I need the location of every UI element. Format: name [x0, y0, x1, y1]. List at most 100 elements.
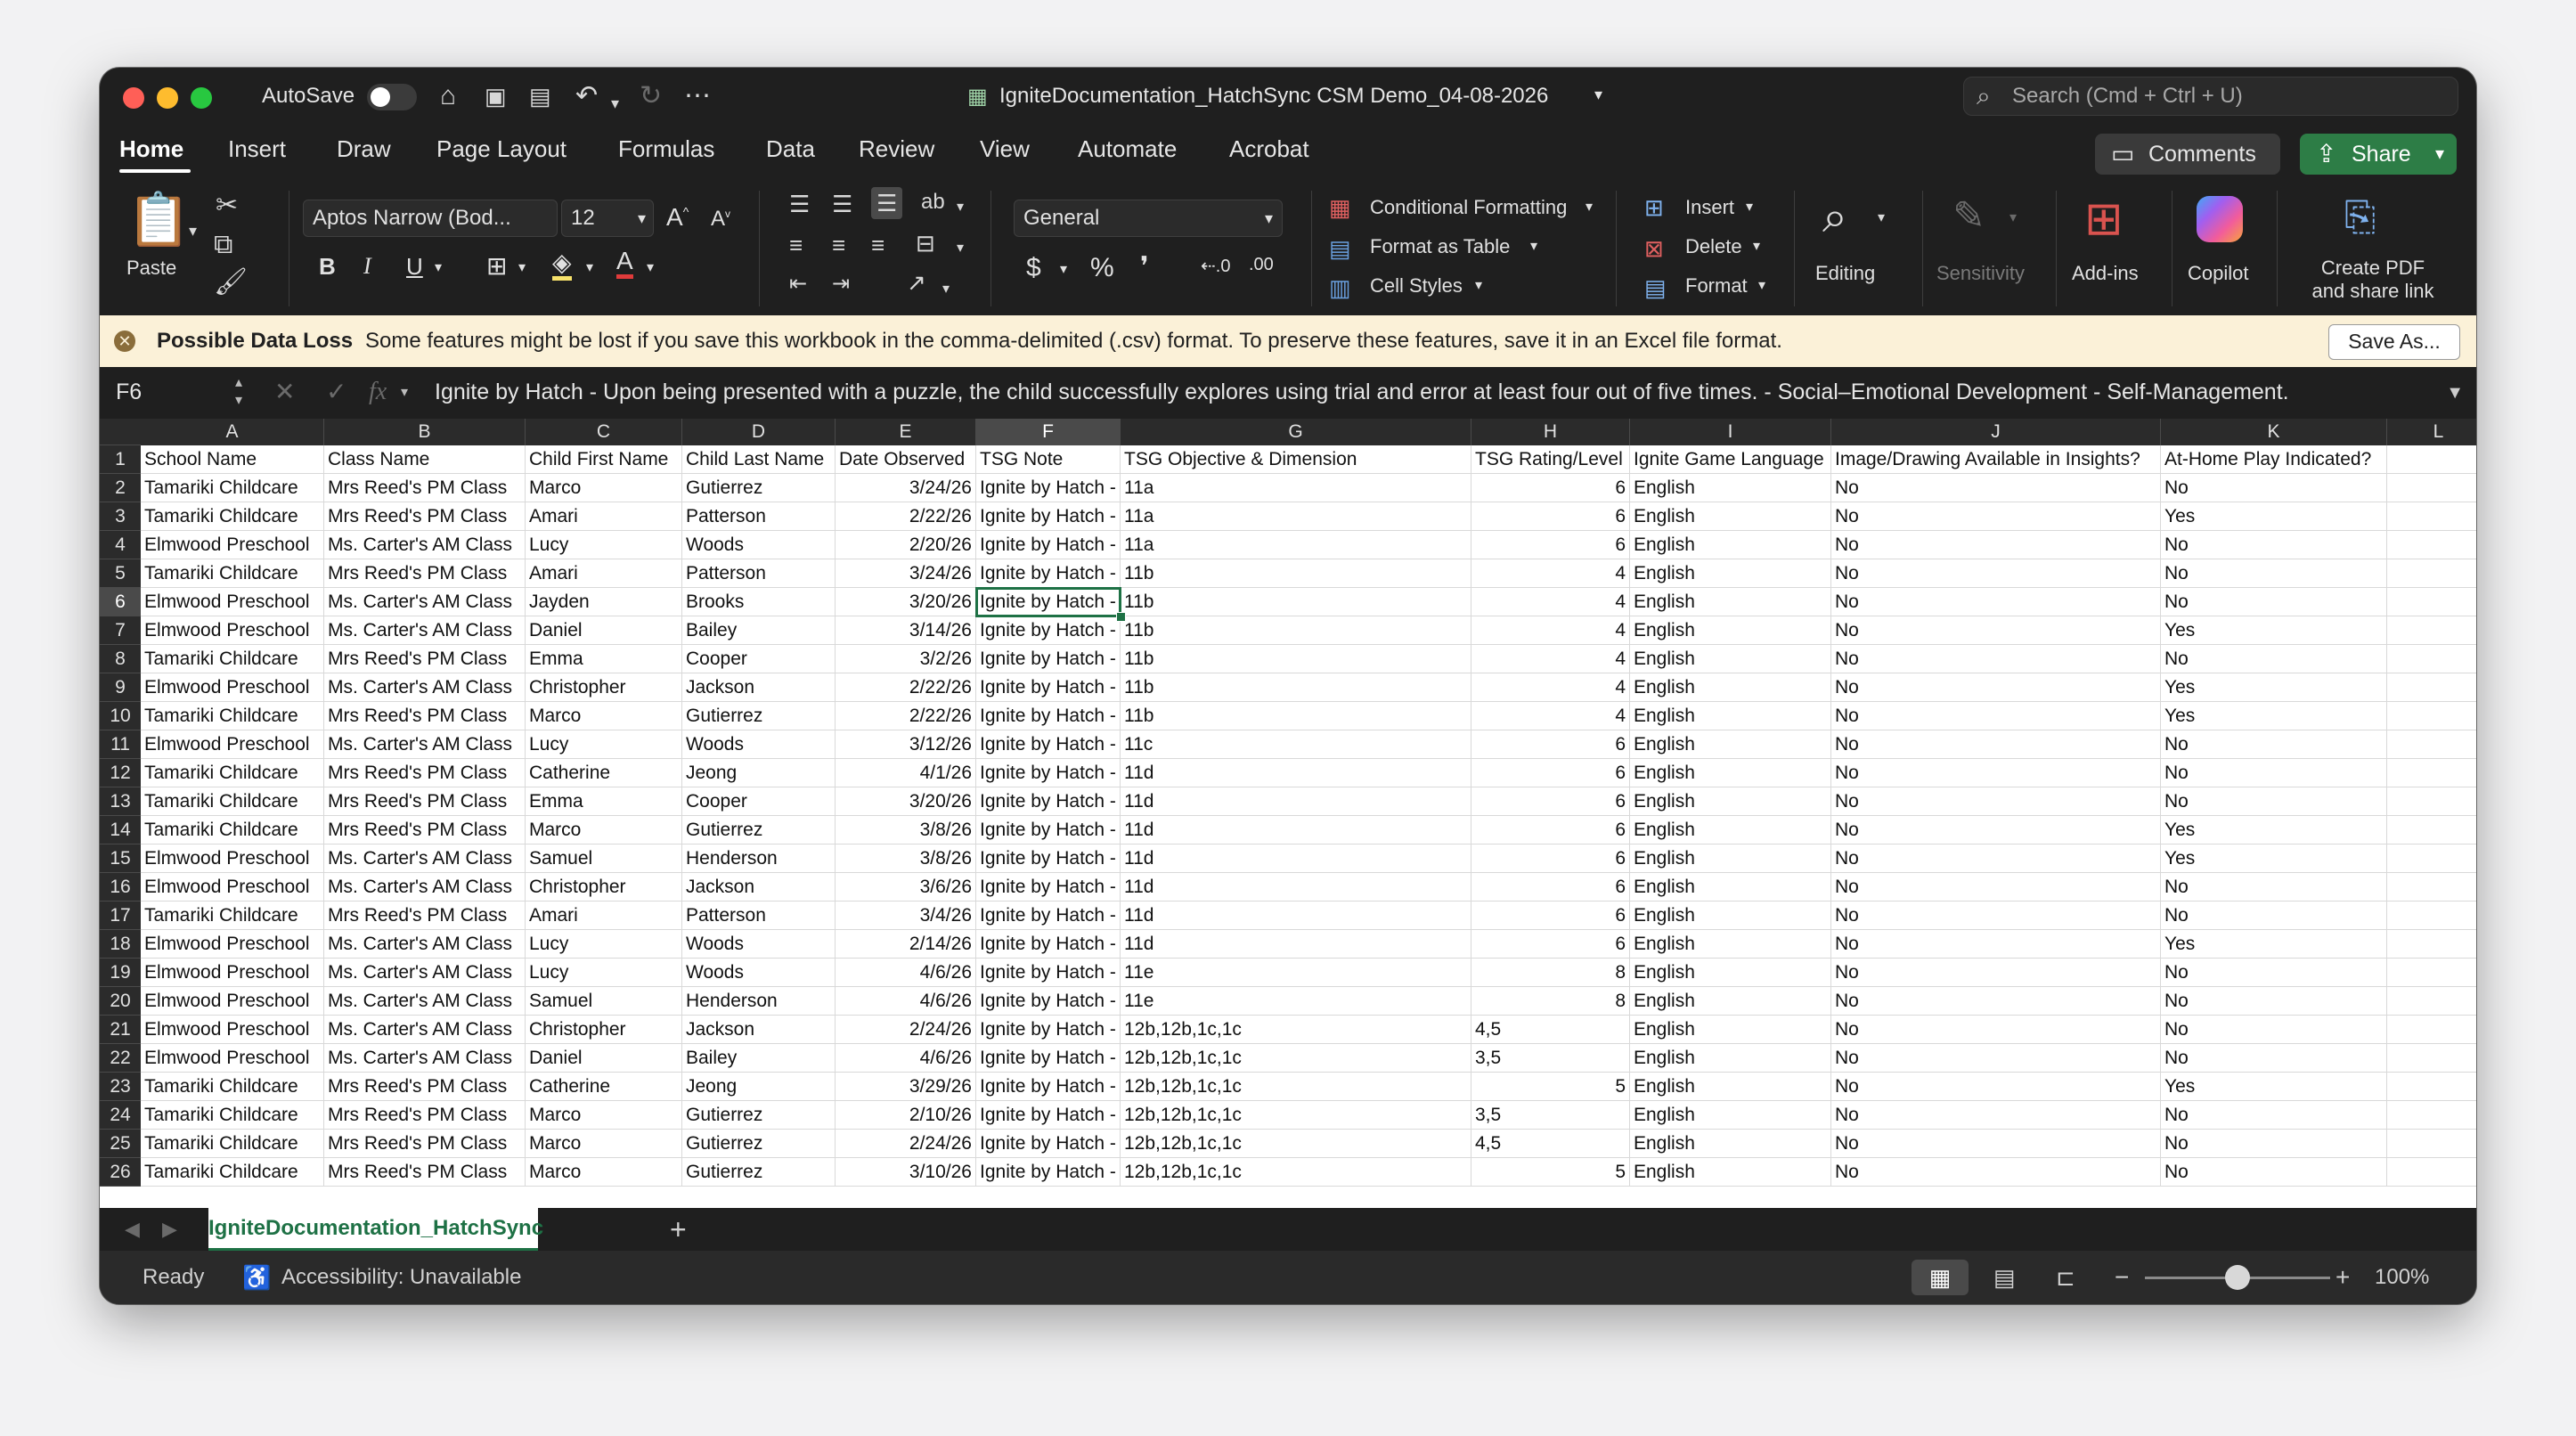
table-cell[interactable]: 6 [1471, 873, 1630, 902]
decrease-decimal-icon[interactable]: .00 [1249, 255, 1274, 275]
row-header[interactable]: 2 [100, 474, 141, 502]
editing-search-icon[interactable]: ⌕ [1822, 194, 1847, 239]
format-as-table-dropdown-icon[interactable]: ▾ [1530, 237, 1537, 255]
table-cell[interactable]: Samuel [526, 987, 682, 1016]
table-cell[interactable]: Brooks [682, 588, 836, 616]
row-header[interactable]: 19 [100, 959, 141, 987]
table-cell[interactable]: Elmwood Preschool [141, 673, 324, 702]
table-cell[interactable]: Jeong [682, 1073, 836, 1101]
table-cell[interactable]: English [1630, 1016, 1831, 1044]
table-cell[interactable]: Tamariki Childcare [141, 902, 324, 930]
table-cell[interactable]: Ignite by Hatch - [976, 1101, 1121, 1130]
tab-draw[interactable]: Draw [337, 135, 391, 163]
table-cell[interactable]: No [2161, 559, 2387, 588]
table-cell[interactable]: 6 [1471, 531, 1630, 559]
table-cell[interactable]: Ignite by Hatch - [976, 930, 1121, 959]
format-dropdown-icon[interactable]: ▾ [1758, 276, 1765, 294]
page-layout-view-icon[interactable]: ▤ [1993, 1251, 2016, 1304]
table-cell[interactable]: No [1831, 588, 2161, 616]
row-header[interactable]: 26 [100, 1158, 141, 1187]
table-cell[interactable]: Ignite by Hatch - [976, 702, 1121, 730]
conditional-formatting-icon[interactable]: ▦ [1329, 194, 1351, 221]
table-cell[interactable]: Marco [526, 1158, 682, 1187]
table-cell[interactable]: No [2161, 588, 2387, 616]
table-cell[interactable]: English [1630, 930, 1831, 959]
tab-data[interactable]: Data [766, 135, 815, 163]
table-cell[interactable]: Tamariki Childcare [141, 1130, 324, 1158]
table-cell[interactable]: Jackson [682, 673, 836, 702]
row-header[interactable]: 16 [100, 873, 141, 902]
table-cell[interactable]: Patterson [682, 902, 836, 930]
table-cell[interactable] [2387, 588, 2476, 616]
row-header[interactable]: 9 [100, 673, 141, 702]
table-cell[interactable]: 4 [1471, 645, 1630, 673]
row-header[interactable]: 6 [100, 588, 141, 616]
create-pdf-icon[interactable]: ⎘ [2344, 192, 2376, 242]
row-header[interactable]: 20 [100, 987, 141, 1016]
table-cell[interactable]: English [1630, 1130, 1831, 1158]
table-cell[interactable]: No [1831, 702, 2161, 730]
comma-style-icon[interactable]: ❜ [1140, 251, 1149, 282]
table-cell[interactable]: 11e [1121, 959, 1471, 987]
table-cell[interactable]: 11b [1121, 673, 1471, 702]
table-cell[interactable]: Ms. Carter's AM Class [324, 959, 526, 987]
header-cell[interactable]: At-Home Play Indicated? [2161, 445, 2387, 474]
table-cell[interactable] [2387, 816, 2476, 844]
column-header-A[interactable]: A [141, 419, 324, 445]
sensitivity-dropdown-icon[interactable]: ▾ [2009, 205, 2017, 232]
row-header[interactable]: 7 [100, 616, 141, 645]
table-cell[interactable]: 12b,12b,1c,1c [1121, 1044, 1471, 1073]
table-cell[interactable]: Elmwood Preschool [141, 531, 324, 559]
table-cell[interactable]: Ms. Carter's AM Class [324, 588, 526, 616]
table-cell[interactable]: English [1630, 559, 1831, 588]
table-cell[interactable]: 6 [1471, 902, 1630, 930]
table-cell[interactable]: Tamariki Childcare [141, 474, 324, 502]
spreadsheet-grid[interactable]: A B C D E F G H I J K L 1 School Name Class Name Child … [100, 419, 2476, 1208]
save-as-button[interactable]: Save As... [2328, 324, 2460, 360]
table-cell[interactable]: Elmwood Preschool [141, 930, 324, 959]
table-cell[interactable]: 11d [1121, 873, 1471, 902]
table-cell[interactable]: 3/8/26 [836, 844, 976, 873]
save-icon[interactable]: ▣ [485, 80, 507, 112]
table-cell[interactable]: English [1630, 474, 1831, 502]
table-cell[interactable]: Yes [2161, 702, 2387, 730]
table-cell[interactable]: No [1831, 987, 2161, 1016]
table-cell[interactable]: Catherine [526, 1073, 682, 1101]
table-cell[interactable]: Ms. Carter's AM Class [324, 1044, 526, 1073]
table-cell[interactable]: Ignite by Hatch - [976, 1130, 1121, 1158]
bold-button[interactable]: B [319, 253, 336, 281]
table-cell[interactable]: Ms. Carter's AM Class [324, 873, 526, 902]
table-cell[interactable]: English [1630, 702, 1831, 730]
table-cell[interactable]: No [1831, 902, 2161, 930]
table-cell[interactable]: Mrs Reed's PM Class [324, 702, 526, 730]
table-cell[interactable]: No [2161, 902, 2387, 930]
cancel-entry-icon[interactable]: ✕ [274, 367, 295, 417]
table-cell[interactable]: Amari [526, 502, 682, 531]
editing-dropdown-icon[interactable]: ▾ [1878, 205, 1885, 232]
table-cell[interactable]: 4/1/26 [836, 759, 976, 787]
format-as-table-button[interactable]: Format as Table [1370, 235, 1510, 258]
table-cell[interactable] [2387, 616, 2476, 645]
text-direction-icon[interactable]: ↗ [907, 269, 926, 296]
table-cell[interactable]: Lucy [526, 531, 682, 559]
table-cell[interactable]: English [1630, 787, 1831, 816]
column-header-I[interactable]: I [1630, 419, 1831, 445]
table-cell[interactable]: Gutierrez [682, 702, 836, 730]
add-sheet-icon[interactable]: + [670, 1208, 687, 1251]
add-ins-icon[interactable]: ⊞ [2084, 194, 2124, 244]
table-cell[interactable]: 11a [1121, 502, 1471, 531]
table-cell[interactable]: No [1831, 759, 2161, 787]
table-cell[interactable]: Mrs Reed's PM Class [324, 502, 526, 531]
table-cell[interactable]: English [1630, 645, 1831, 673]
table-cell[interactable]: Yes [2161, 673, 2387, 702]
table-cell[interactable]: Elmwood Preschool [141, 844, 324, 873]
increase-decimal-icon[interactable]: ⇠.0 [1201, 255, 1230, 277]
table-cell[interactable]: Yes [2161, 616, 2387, 645]
table-cell[interactable]: Ignite by Hatch - [976, 502, 1121, 531]
zoom-level[interactable]: 100% [2375, 1251, 2429, 1304]
row-header[interactable]: 3 [100, 502, 141, 531]
table-cell[interactable]: No [2161, 1130, 2387, 1158]
table-cell[interactable]: 4,5 [1471, 1016, 1630, 1044]
next-sheet-icon[interactable]: ▶ [162, 1208, 177, 1251]
zoom-out-icon[interactable]: − [2115, 1251, 2129, 1304]
